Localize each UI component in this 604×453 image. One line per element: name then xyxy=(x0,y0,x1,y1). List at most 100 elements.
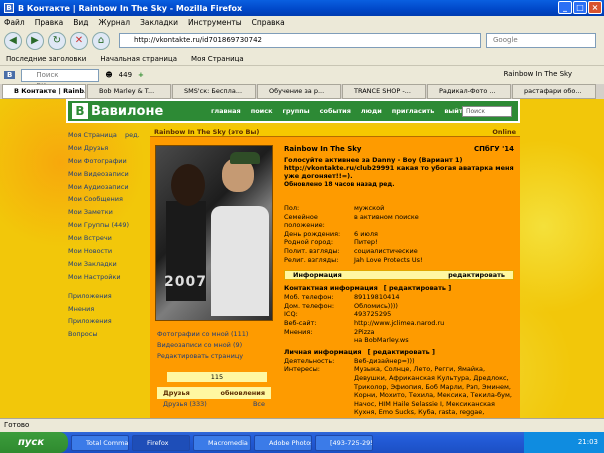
menu-bookmarks[interactable]: Закладки xyxy=(140,18,178,27)
link-videos-with-me[interactable]: Видеозаписи со мной (9) xyxy=(157,341,248,352)
vk-toolbar-groups-icon[interactable]: ☻ xyxy=(105,71,112,79)
system-tray: 21:03 xyxy=(524,432,604,453)
vk-toolbar-search[interactable]: Поиск ВКонтакте xyxy=(21,68,100,90)
vk-logo[interactable]: В xyxy=(72,103,88,119)
menu-tools[interactable]: Инструменты xyxy=(188,18,242,27)
website-link[interactable]: http://www.jclimea.narod.ru xyxy=(354,319,514,328)
personal-heading: Личная информация[ редактировать ] xyxy=(284,347,435,356)
clock: 21:03 xyxy=(577,438,598,446)
profile-status[interactable]: Голосуйте активнее за Danny - Boy (Вариа… xyxy=(284,156,514,180)
vk-toolbar-logo-icon[interactable]: В xyxy=(4,71,16,79)
nav-people[interactable]: люди xyxy=(361,107,382,115)
window-controls: _ □ × xyxy=(558,1,602,14)
tab-bob-marley[interactable]: Bob Marley & T... xyxy=(87,84,171,99)
left-menu-my-page[interactable]: Моя Страница ред. xyxy=(68,131,148,144)
menu-bar: Файл Правка Вид Журнал Закладки Инструме… xyxy=(0,16,604,29)
vk-toolbar-add-icon[interactable]: + xyxy=(138,71,144,79)
info-row: День рождения: 6 июля xyxy=(284,229,378,238)
tab-education[interactable]: Обучение за р... xyxy=(257,84,341,99)
profile-box: Rainbow In The Sky (это Вы) Online 2007 … xyxy=(150,127,520,418)
contact-row: Моб. телефон: 89119810414 xyxy=(284,293,400,302)
photo-head-left xyxy=(171,164,205,206)
profile-photo[interactable]: 2007 xyxy=(155,145,273,321)
left-menu-settings[interactable]: Мои Настройки xyxy=(68,273,148,286)
forward-icon[interactable]: ▶ xyxy=(26,31,44,50)
window-titlebar: В В Контакте | Rainbow In The Sky - Mozi… xyxy=(0,0,604,16)
start-button[interactable]: пуск xyxy=(0,432,68,453)
left-menu-notes[interactable]: Мои Заметки xyxy=(68,208,148,221)
task-total-commander[interactable]: Total Command... xyxy=(71,434,129,451)
left-menu-apps-2[interactable]: Приложения xyxy=(68,317,148,330)
menu-help[interactable]: Справка xyxy=(252,18,285,27)
info-row: Религ. взгляды: Jah Love Protects Us! xyxy=(284,255,423,264)
left-menu-meetings[interactable]: Мои Встречи xyxy=(68,234,148,247)
contact-row: Веб-сайт: http://www.jclimea.narod.ru xyxy=(284,319,514,328)
vk-site-name[interactable]: Вавилоне xyxy=(91,104,211,119)
left-menu-audio[interactable]: Мои Аудиозаписи xyxy=(68,183,148,196)
task-firefox[interactable]: Firefox xyxy=(132,434,190,451)
nav-search[interactable]: поиск xyxy=(251,107,273,115)
profile-info: Rainbow In The Sky СПбГУ '14 Голосуйте а… xyxy=(284,145,514,418)
bookmark-home[interactable]: Начальная страница xyxy=(100,55,177,63)
profile-links: Фотографии со мной (111) Видеозаписи со … xyxy=(157,330,248,363)
friends-title: Друзья xyxy=(163,389,190,397)
left-menu-videos[interactable]: Мои Видеозаписи xyxy=(68,170,148,183)
left-menu-messages[interactable]: Мои Сообщения xyxy=(68,195,148,208)
online-status: Online xyxy=(492,128,516,136)
friends-block: Друзья обновления Друзья (333) Все xyxy=(157,387,271,410)
task-photoshop[interactable]: Adobe Photoshop xyxy=(254,434,312,451)
left-menu-bookmarks[interactable]: Мои Закладки xyxy=(68,260,148,273)
info-edit-link[interactable]: редактировать xyxy=(448,271,505,279)
tab-sms[interactable]: SMS'ск: Беспла... xyxy=(172,84,256,99)
nav-events[interactable]: события xyxy=(320,107,351,115)
close-icon[interactable]: × xyxy=(588,1,602,14)
left-menu-groups[interactable]: Мои Группы (449) xyxy=(68,221,148,234)
personal-row: Интересы: Музыка, Солнце, Лето, Регги, Ям… xyxy=(284,365,512,418)
tab-vkontakte[interactable]: В Контакте | Rainb... xyxy=(2,84,86,99)
friends-updates-link[interactable]: обновления xyxy=(221,388,265,399)
maximize-icon[interactable]: □ xyxy=(573,1,587,14)
bookmark-my-page[interactable]: Моя Страница xyxy=(191,55,244,63)
vk-toolbar-username[interactable]: Rainbow In The Sky xyxy=(504,70,572,78)
minimize-icon[interactable]: _ xyxy=(558,1,572,14)
bookmarks-toolbar: Последние заголовки Начальная страница М… xyxy=(0,52,604,65)
left-menu-photos[interactable]: Мои Фотографии xyxy=(68,157,148,170)
personal-edit-link[interactable]: [ редактировать ] xyxy=(368,348,435,356)
info-row: Семейное положение: в активном поиске xyxy=(284,212,419,230)
task-icq[interactable]: [493-725-295] -... xyxy=(315,434,373,451)
web-search-input[interactable]: Google xyxy=(486,33,596,48)
vk-header: В Вавилоне главная поиск группы события … xyxy=(66,99,520,123)
tab-trance-shop[interactable]: TRANCE SHOP -... xyxy=(342,84,426,99)
address-bar[interactable]: http://vkontakte.ru/id701869730742 xyxy=(119,33,481,48)
reload-icon[interactable]: ↻ xyxy=(48,31,66,50)
link-edit-page[interactable]: Редактировать страницу xyxy=(157,352,248,363)
bookmark-latest-headlines[interactable]: Последние заголовки xyxy=(6,55,86,63)
task-dreamweaver[interactable]: Macromedia Dre... xyxy=(193,434,251,451)
link-photos-with-me[interactable]: Фотографии со мной (111) xyxy=(157,330,248,341)
nav-home[interactable]: главная xyxy=(211,107,241,115)
stop-icon[interactable]: ✕ xyxy=(70,31,88,50)
left-menu-friends[interactable]: Мои Друзья xyxy=(68,144,148,157)
left-menu-questions[interactable]: Вопросы xyxy=(68,330,148,343)
vk-search-input[interactable]: Поиск xyxy=(462,106,512,117)
friends-count-link[interactable]: Друзья (333) xyxy=(163,399,207,410)
menu-edit[interactable]: Правка xyxy=(35,18,64,27)
info-section-title: Информация xyxy=(293,271,342,280)
left-menu-news[interactable]: Мои Новости xyxy=(68,247,148,260)
tab-radikal-foto[interactable]: Радикал-Фото ... xyxy=(427,84,511,99)
menu-file[interactable]: Файл xyxy=(4,18,25,27)
menu-history[interactable]: Журнал xyxy=(99,18,131,27)
nav-groups[interactable]: группы xyxy=(283,107,310,115)
profile-school[interactable]: СПбГУ '14 xyxy=(474,145,514,153)
photo-caption: 2007 xyxy=(164,274,207,290)
left-menu-apps[interactable]: Приложения xyxy=(68,292,148,305)
back-icon[interactable]: ◀ xyxy=(4,31,22,50)
home-icon[interactable]: ⌂ xyxy=(92,31,110,50)
left-menu-opinions[interactable]: Мнения xyxy=(68,305,148,318)
friends-all-link[interactable]: Все xyxy=(253,399,265,410)
vk-toolbar-count[interactable]: 449 xyxy=(119,71,132,79)
nav-invite[interactable]: пригласить xyxy=(392,107,435,115)
menu-view[interactable]: Вид xyxy=(73,18,88,27)
tab-rastafari[interactable]: растафари обо... xyxy=(512,84,596,99)
contacts-edit-link[interactable]: [ редактировать ] xyxy=(384,284,451,292)
